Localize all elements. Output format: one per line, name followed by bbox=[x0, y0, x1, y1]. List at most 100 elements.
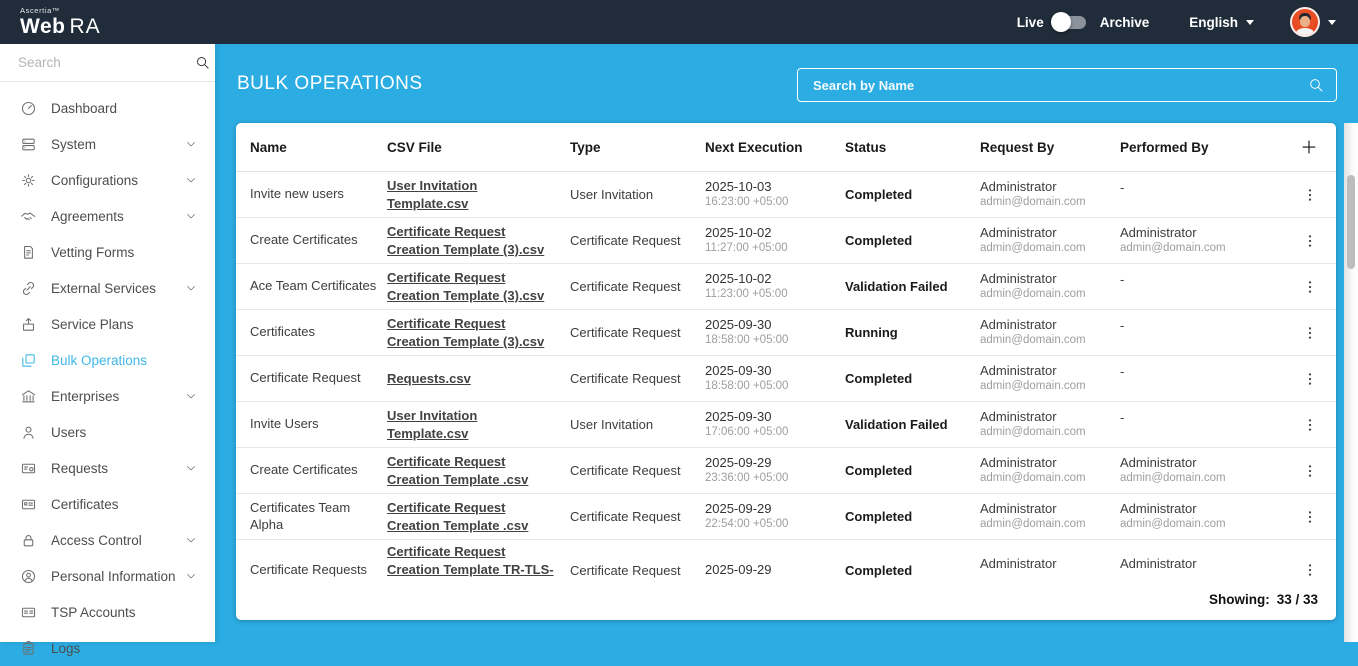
performed-by-email bbox=[1120, 335, 1270, 347]
sidebar-item-vetting-forms[interactable]: Vetting Forms bbox=[0, 234, 215, 270]
table-body: Invite new users User Invitation Templat… bbox=[236, 172, 1336, 578]
sidebar-item-personal-information[interactable]: Personal Information bbox=[0, 558, 215, 594]
performed-by-email bbox=[1120, 381, 1270, 393]
column-header-name: Name bbox=[250, 140, 387, 155]
performed-by-name: - bbox=[1120, 272, 1270, 289]
row-name: Certificates Team Alpha bbox=[250, 500, 387, 534]
page-scrollbar[interactable] bbox=[1344, 123, 1358, 642]
page-title: BULK OPERATIONS bbox=[237, 73, 423, 95]
product-name-web: Web bbox=[20, 15, 65, 38]
sidebar-item-dashboard[interactable]: Dashboard bbox=[0, 90, 215, 126]
search-icon bbox=[195, 55, 210, 70]
showing-label: Showing: bbox=[1209, 592, 1270, 607]
add-bulk-operation-button[interactable] bbox=[1298, 136, 1320, 158]
toggle-knob[interactable] bbox=[1051, 12, 1071, 32]
csv-file-link[interactable]: Certificate Request Creation Template .c… bbox=[387, 454, 528, 487]
user-menu-chevron-icon[interactable] bbox=[1328, 20, 1336, 25]
column-header-performed-by: Performed By bbox=[1120, 140, 1280, 155]
row-type: Certificate Request bbox=[570, 509, 705, 524]
row-name: Invite Users bbox=[250, 416, 387, 433]
sidebar-item-tsp-accounts[interactable]: TSP Accounts bbox=[0, 594, 215, 630]
row-actions-kebab-icon[interactable] bbox=[1300, 185, 1320, 205]
row-type: Certificate Request bbox=[570, 371, 705, 386]
scrollbar-thumb[interactable] bbox=[1347, 175, 1355, 269]
archive-label: Archive bbox=[1100, 15, 1150, 30]
csv-file-link[interactable]: User Invitation Template.csv bbox=[387, 178, 477, 211]
row-name: Certificate Request bbox=[250, 370, 387, 387]
csv-file-link[interactable]: Certificate Request Creation Template (3… bbox=[387, 224, 544, 257]
csv-file-link[interactable]: Certificate Request Creation Template (3… bbox=[387, 316, 544, 349]
row-status: Completed bbox=[845, 509, 980, 524]
csv-file-link[interactable]: Certificate Request Creation Template TR… bbox=[387, 544, 554, 578]
row-status: Completed bbox=[845, 463, 980, 478]
sidebar-item-service-plans[interactable]: Service Plans bbox=[0, 306, 215, 342]
language-dropdown[interactable]: English bbox=[1189, 15, 1254, 30]
clipboard-icon bbox=[20, 640, 37, 657]
chevron-down-icon bbox=[185, 138, 197, 150]
row-next-execution-time: 18:58:00 +05:00 bbox=[705, 333, 835, 348]
request-by-name: Administrator bbox=[980, 363, 1110, 380]
sidebar-search-input[interactable] bbox=[18, 55, 195, 70]
sidebar-item-system[interactable]: System bbox=[0, 126, 215, 162]
row-actions-kebab-icon[interactable] bbox=[1300, 369, 1320, 389]
row-next-execution-date: 2025-09-29 bbox=[705, 562, 835, 578]
row-type: Certificate Request bbox=[570, 279, 705, 294]
bank-icon bbox=[20, 388, 37, 405]
row-type: Certificate Request bbox=[570, 563, 705, 578]
row-actions-kebab-icon[interactable] bbox=[1300, 231, 1320, 251]
sidebar-item-logs[interactable]: Logs bbox=[0, 630, 215, 666]
request-by-name: Administrator bbox=[980, 409, 1110, 426]
showing-count: 33 / 33 bbox=[1277, 592, 1318, 607]
row-next-execution-date: 2025-09-29 bbox=[705, 501, 835, 518]
csv-file-link[interactable]: User Invitation Template.csv bbox=[387, 408, 477, 441]
sidebar-item-label: Configurations bbox=[51, 173, 138, 188]
user-avatar[interactable] bbox=[1290, 7, 1320, 37]
company-name: Ascertia™ bbox=[20, 7, 101, 15]
live-archive-toggle[interactable] bbox=[1054, 16, 1086, 29]
request-by-email: admin@domain.com bbox=[980, 287, 1110, 302]
sidebar-item-external-services[interactable]: External Services bbox=[0, 270, 215, 306]
row-actions-kebab-icon[interactable] bbox=[1300, 415, 1320, 435]
sidebar-search[interactable] bbox=[0, 44, 215, 82]
search-by-name-box[interactable] bbox=[797, 68, 1337, 102]
row-next-execution-date: 2025-10-03 bbox=[705, 179, 835, 196]
row-actions-kebab-icon[interactable] bbox=[1300, 277, 1320, 297]
performed-by-email bbox=[1120, 427, 1270, 439]
chevron-down-icon bbox=[185, 210, 197, 222]
column-header-next-execution: Next Execution bbox=[705, 140, 845, 155]
lock-icon bbox=[20, 532, 37, 549]
live-label: Live bbox=[1017, 15, 1044, 30]
column-header-status: Status bbox=[845, 140, 980, 155]
account-card-icon bbox=[20, 604, 37, 621]
performed-by-name: - bbox=[1120, 180, 1270, 197]
sidebar-item-requests[interactable]: Requests bbox=[0, 450, 215, 486]
row-actions-kebab-icon[interactable] bbox=[1300, 323, 1320, 343]
performed-by-email: admin@domain.com bbox=[1120, 471, 1270, 486]
sidebar-item-bulk-operations[interactable]: Bulk Operations bbox=[0, 342, 215, 378]
row-next-execution-time: 17:06:00 +05:00 bbox=[705, 425, 835, 440]
avatar-face bbox=[1300, 16, 1310, 27]
request-by-email: admin@domain.com bbox=[980, 333, 1110, 348]
chevron-down-icon bbox=[185, 570, 197, 582]
csv-file-link[interactable]: Certificate Request Creation Template .c… bbox=[387, 500, 528, 533]
table-row: Create Certificates Certificate Request … bbox=[236, 448, 1336, 494]
search-by-name-input[interactable] bbox=[813, 78, 1308, 93]
sidebar-item-configurations[interactable]: Configurations bbox=[0, 162, 215, 198]
sidebar-item-users[interactable]: Users bbox=[0, 414, 215, 450]
row-actions-kebab-icon[interactable] bbox=[1300, 461, 1320, 481]
sidebar-item-label: Enterprises bbox=[51, 389, 119, 404]
row-type: Certificate Request bbox=[570, 233, 705, 248]
sidebar-item-access-control[interactable]: Access Control bbox=[0, 522, 215, 558]
csv-file-link[interactable]: Certificate Request Creation Template (3… bbox=[387, 270, 544, 303]
column-header-request-by: Request By bbox=[980, 140, 1120, 155]
row-actions-kebab-icon[interactable] bbox=[1300, 560, 1320, 578]
table-row: Certificate Request Requests.csv Certifi… bbox=[236, 356, 1336, 402]
row-actions-kebab-icon[interactable] bbox=[1300, 507, 1320, 527]
csv-file-link[interactable]: Requests.csv bbox=[387, 371, 471, 386]
request-by-email: admin@domain.com bbox=[980, 241, 1110, 256]
sidebar-item-agreements[interactable]: Agreements bbox=[0, 198, 215, 234]
chevron-down-icon bbox=[185, 534, 197, 546]
box-arrow-up-icon bbox=[20, 316, 37, 333]
sidebar-item-certificates[interactable]: Certificates bbox=[0, 486, 215, 522]
sidebar-item-enterprises[interactable]: Enterprises bbox=[0, 378, 215, 414]
